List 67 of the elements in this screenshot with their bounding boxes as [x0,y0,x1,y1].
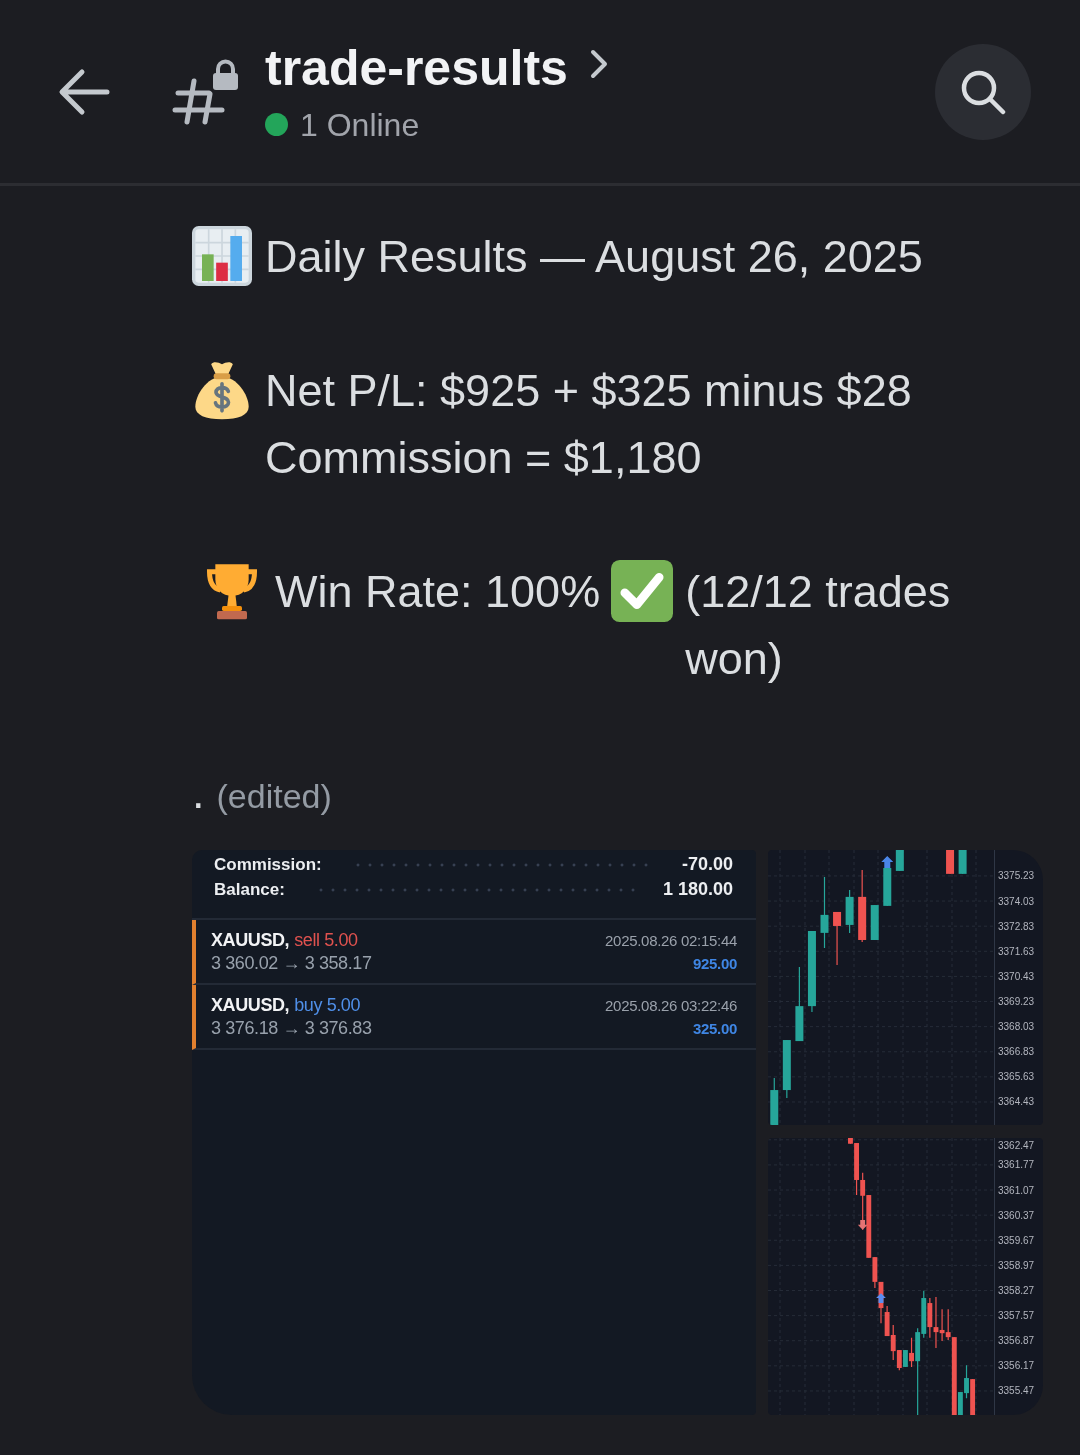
price-label: 3358.97 [998,1259,1035,1271]
summary-value: -70.00 [681,854,733,875]
locked-hash-icon [172,58,238,125]
candlestick [770,1077,779,1125]
check-mark-icon [611,560,674,622]
message-text: Daily Results — August 26, 2025 [265,230,923,284]
candlestick [782,1039,791,1099]
price-label: 3359.67 [998,1234,1035,1246]
arrow-marker-icon [857,1219,868,1230]
trade-prices: 3 376.18 → 3 376.83 [211,1017,372,1040]
price-label: 3371.63 [998,945,1035,957]
candlestick [845,889,854,934]
price-label: 3361.77 [998,1159,1035,1171]
message-text: . [192,767,205,818]
back-button[interactable] [58,66,110,117]
search-icon [960,68,1006,115]
candlestick [946,850,955,875]
price-label: 3360.37 [998,1209,1035,1221]
status-dot-icon [265,113,288,136]
price-label: 3365.63 [998,1071,1035,1083]
summary-label: Balance: [214,879,285,900]
price-label: 3368.03 [998,1021,1035,1033]
trade-symbol: XAUUSD, [211,929,290,952]
channel-title-button[interactable]: trade-results [265,38,608,97]
price-label: 3372.83 [998,920,1035,932]
trade-time: 2025.08.26 02:15:44 [605,931,737,951]
trade-profit: 325.00 [692,1019,737,1039]
price-label: 3362.47 [998,1139,1035,1151]
edited-label: (edited) [216,777,332,815]
candlestick [883,867,892,907]
trade-symbol: XAUUSD, [211,994,290,1017]
bar-chart-icon [192,226,252,286]
trade-prices: 3 360.02 → 3 358.17 [211,952,372,975]
price-label: 3357.57 [998,1310,1035,1322]
candlestick [833,911,842,966]
price-label: 3375.23 [998,870,1035,882]
back-arrow-icon [58,66,110,117]
statement-screenshot[interactable]: Commission: -70.00 Balance: 1 180.00 XAUUSD, sell 5.00 3 360.02 → 3 358.17 2025.08.26 02:15:44 925.00 XAUUSD, buy 5.00 3 376.18 → 3 376.83 2025.08.26 03:22:46 325.00 [192,850,756,1415]
trade-profit: 925.00 [692,954,737,974]
price-label: 3366.83 [998,1046,1035,1058]
price-label: 3356.87 [998,1335,1035,1347]
candlestick [870,904,879,941]
price-label: 3355.47 [998,1385,1035,1397]
price-label: 3369.23 [998,996,1035,1007]
summary-label: Commission: [214,854,322,875]
chevron-right-icon [589,48,608,79]
money-bag-icon [192,360,252,420]
online-count: 1 Online [300,105,420,145]
chart-image[interactable]: 3375.23 3374.03 3372.83 3371.63 3370.43 3369.23 3368.03 3366.83 3365.63 3364.43 [768,850,1043,1125]
message-text: (12/12 trades won) [685,565,952,686]
trade-time: 2025.08.26 03:22:46 [605,996,737,1016]
price-label: 3361.07 [998,1184,1035,1196]
message-text: Net P/L: $925 + $325 minus $28 Commission = $1,180 [265,364,913,485]
arrow-marker-icon [876,1293,886,1303]
price-label: 3370.43 [998,970,1035,982]
chart-image[interactable]: 3362.47 3361.77 3361.07 3360.37 3359.67 3358.97 3358.27 3357.57 3356.87 3356.17 3355.47 [768,1138,1043,1415]
trade-order: buy 5.00 [294,994,361,1017]
price-label: 3364.43 [998,1096,1035,1108]
summary-value: 1 180.00 [662,879,733,900]
price-label: 3358.27 [998,1285,1035,1296]
message-text: Win Rate: 100% [275,565,601,619]
candlestick [958,850,967,875]
trade-order: sell 5.00 [294,929,358,952]
price-label: 3374.03 [998,895,1035,907]
candlestick [895,850,904,872]
arrow-marker-icon [881,855,894,868]
price-label: 3356.17 [998,1360,1035,1372]
